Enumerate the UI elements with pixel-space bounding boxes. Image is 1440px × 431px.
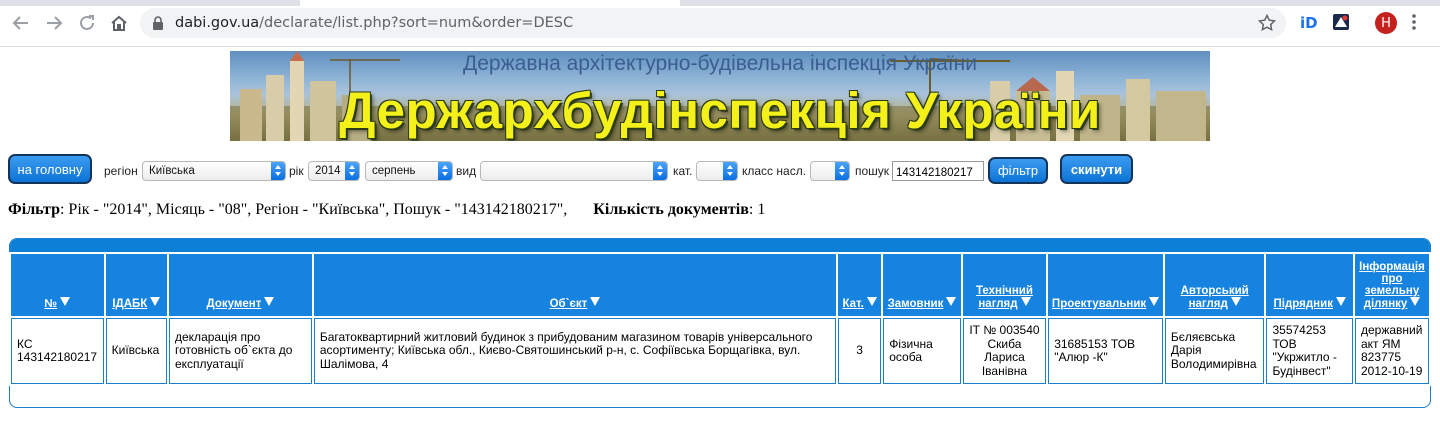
banner-subtitle: Державна архітектурно-будівельна інспекц… xyxy=(463,52,977,75)
home-icon[interactable] xyxy=(108,12,130,34)
column-header-land-info[interactable]: Інформація про земельну ділянку xyxy=(1355,254,1429,316)
sort-arrow-icon[interactable] xyxy=(1410,297,1421,306)
filter-summary-text: : Рік - "2014", Місяць - "08", Регіон - … xyxy=(59,201,568,218)
lock-icon xyxy=(152,16,164,35)
reset-button[interactable]: скинути xyxy=(1060,154,1133,184)
address-bar[interactable]: dabi.gov.ua/declarate/list.php?sort=num&… xyxy=(140,8,1286,38)
column-header-category[interactable]: Кат. xyxy=(838,254,882,316)
category-label: кат. xyxy=(673,164,693,178)
cell-technical-supervision: ІТ № 003540 Скиба Лариса Іванівна xyxy=(962,318,1047,384)
back-arrow-icon[interactable] xyxy=(10,12,32,34)
tab-strip xyxy=(0,0,1440,6)
sort-arrow-icon[interactable] xyxy=(1149,297,1160,306)
banner-title: Держархбудінспекція України xyxy=(339,82,1101,139)
column-header-object[interactable]: Об`єкт xyxy=(313,254,836,316)
cell-number: КС 143142180217 xyxy=(11,318,104,384)
cell-customer: Фізична особа xyxy=(883,318,961,384)
url-text: dabi.gov.ua/declarate/list.php?sort=num&… xyxy=(175,15,574,31)
home-button[interactable]: на головну xyxy=(8,154,92,184)
search-input[interactable] xyxy=(892,161,984,181)
month-select[interactable]: серпень xyxy=(365,161,453,181)
menu-dots-icon[interactable] xyxy=(1411,13,1417,36)
table-header-row: № ІДАБК Документ Об`єкт Кат. Замовник Те… xyxy=(11,254,1429,316)
profile-avatar[interactable]: H xyxy=(1375,12,1397,34)
sort-arrow-icon[interactable] xyxy=(946,297,957,306)
filter-summary-label: Фільтр xyxy=(8,201,60,218)
year-select[interactable]: 2014 xyxy=(308,161,360,181)
sort-arrow-icon[interactable] xyxy=(866,297,877,306)
sort-arrow-icon[interactable] xyxy=(60,297,71,306)
cell-document: декларація про готовність об`єкта до екс… xyxy=(169,318,312,384)
column-header-idabk[interactable]: ІДАБК xyxy=(105,254,167,316)
sort-arrow-icon[interactable] xyxy=(1335,297,1346,306)
id-extension-icon[interactable]: iD xyxy=(1300,13,1320,36)
column-header-technical-supervision[interactable]: Технічний нагляд xyxy=(962,254,1047,316)
sort-arrow-icon[interactable] xyxy=(264,297,275,306)
reload-icon[interactable] xyxy=(76,12,98,34)
region-select[interactable]: Київська xyxy=(142,161,286,181)
region-label: регіон xyxy=(104,164,138,178)
header-banner: Державна архітектурно-будівельна інспекц… xyxy=(230,51,1210,141)
filter-button[interactable]: фільтр xyxy=(988,157,1048,184)
column-header-designer[interactable]: Проектувальник xyxy=(1048,254,1163,316)
bookmark-star-icon[interactable] xyxy=(1257,13,1277,37)
svg-text:iD: iD xyxy=(1300,14,1318,31)
search-label: пошук xyxy=(855,164,890,178)
document-count-text: : 1 xyxy=(748,201,766,218)
year-label: рік xyxy=(289,164,304,178)
cell-contractor: 35574253 ТОВ "Укржитло - Будінвест" xyxy=(1266,318,1353,384)
filter-summary: Фільтр: Рік - "2014", Місяць - "08", Рег… xyxy=(8,201,765,219)
results-table: № ІДАБК Документ Об`єкт Кат. Замовник Те… xyxy=(9,252,1431,386)
column-header-customer[interactable]: Замовник xyxy=(883,254,961,316)
cell-designer: 31685153 ТОВ "Алюр -К" xyxy=(1048,318,1163,384)
cell-idabk: Київська xyxy=(105,318,167,384)
cell-object: Багатоквартирний житловий будинок з приб… xyxy=(313,318,836,384)
type-select[interactable] xyxy=(480,161,668,181)
sort-arrow-icon[interactable] xyxy=(590,297,601,306)
column-header-document[interactable]: Документ xyxy=(169,254,312,316)
extension-icon[interactable] xyxy=(1332,13,1350,36)
class-label: класс насл. xyxy=(742,164,807,178)
column-header-author-supervision[interactable]: Авторський нагляд xyxy=(1164,254,1265,316)
class-select[interactable] xyxy=(810,161,850,181)
sort-arrow-icon[interactable] xyxy=(150,297,161,306)
category-select[interactable] xyxy=(696,161,738,181)
table-row: КС 143142180217 Київська декларація про … xyxy=(11,318,1429,384)
cell-author-supervision: Бєляєвська Дарія Володимирівна xyxy=(1164,318,1265,384)
sort-arrow-icon[interactable] xyxy=(1230,297,1241,306)
forward-arrow-icon[interactable] xyxy=(43,12,65,34)
cell-land-info: державний акт ЯМ 823775 2012-10-19 xyxy=(1355,318,1429,384)
cell-category: 3 xyxy=(838,318,882,384)
column-header-contractor[interactable]: Підрядник xyxy=(1266,254,1353,316)
document-count-label: Кількість документів xyxy=(593,201,749,218)
sort-arrow-icon[interactable] xyxy=(1020,297,1031,306)
browser-toolbar: dabi.gov.ua/declarate/list.php?sort=num&… xyxy=(0,0,1440,47)
column-header-number[interactable]: № xyxy=(11,254,104,316)
type-label: вид xyxy=(456,164,477,178)
